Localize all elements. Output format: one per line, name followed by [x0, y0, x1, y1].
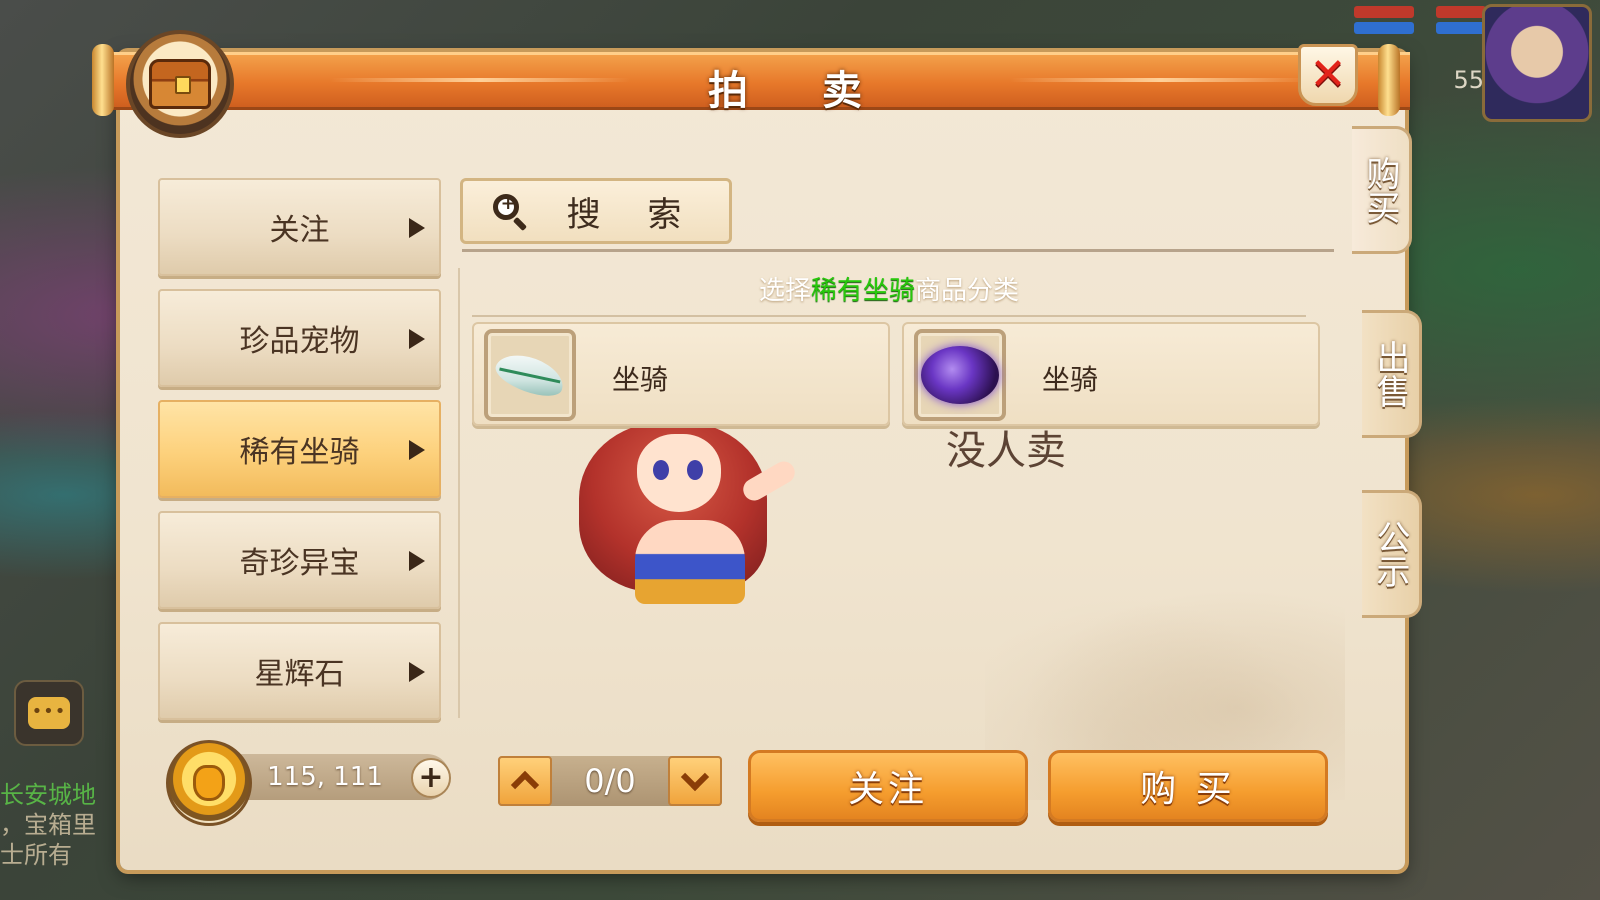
- treasure-chest-icon: [149, 59, 211, 109]
- category-label: 珍品宠物: [239, 324, 360, 359]
- item-card[interactable]: 坐骑: [902, 322, 1320, 426]
- item-thumbnail: [484, 329, 576, 421]
- mascot-girl-illustration: [565, 428, 805, 604]
- purple-cloud-mount-icon: [921, 346, 999, 404]
- empty-message: 没人卖: [946, 428, 1066, 474]
- category-treasures[interactable]: 奇珍异宝: [158, 511, 441, 609]
- item-thumbnail: [914, 329, 1006, 421]
- play-arrow-icon: [409, 440, 425, 460]
- buy-button[interactable]: 购 买: [1048, 750, 1328, 822]
- hint-highlight: 稀有坐骑: [810, 276, 915, 306]
- chat-button[interactable]: [14, 680, 84, 746]
- category-star-stones[interactable]: 星辉石: [158, 622, 441, 720]
- play-arrow-icon: [409, 662, 425, 682]
- hint-prefix: 选择: [758, 276, 811, 306]
- tab-notice[interactable]: 公示: [1362, 490, 1422, 618]
- page-navigator: 0/0: [498, 756, 722, 806]
- dialog-title: 拍 卖: [708, 68, 892, 114]
- vertical-divider: [458, 268, 460, 718]
- search-button[interactable]: 搜 索: [460, 178, 732, 244]
- chevron-up-icon: [510, 770, 540, 800]
- play-arrow-icon: [409, 218, 425, 238]
- category-hint: 选择稀有坐骑商品分类: [472, 270, 1306, 307]
- page-down-button[interactable]: [668, 756, 722, 806]
- gold-coin-icon: [166, 740, 252, 826]
- hint-divider: [472, 315, 1306, 317]
- mp-bar: [1354, 22, 1414, 34]
- background-chat-line: 长安城地: [0, 781, 96, 809]
- tab-sell[interactable]: 出售: [1362, 310, 1422, 438]
- category-follow[interactable]: 关注: [158, 178, 441, 276]
- close-icon: ✕: [1309, 49, 1347, 100]
- hp-bar: [1354, 6, 1414, 18]
- tab-buy[interactable]: 购买: [1352, 126, 1412, 254]
- close-button[interactable]: ✕: [1298, 44, 1358, 106]
- magnifier-icon: [492, 193, 534, 232]
- item-name: 坐骑: [1042, 363, 1099, 396]
- play-arrow-icon: [409, 329, 425, 349]
- search-label: 搜 索: [566, 194, 700, 235]
- pillar-ornament-left: [92, 44, 114, 116]
- treasure-chest-badge: [126, 30, 234, 138]
- page-indicator: 0/0: [584, 762, 636, 800]
- item-card[interactable]: 坐骑: [472, 322, 890, 426]
- category-label: 关注: [269, 213, 330, 248]
- play-arrow-icon: [409, 551, 425, 571]
- background-chat-line: ，宝箱里: [0, 811, 96, 839]
- page-up-button[interactable]: [498, 756, 552, 806]
- hint-suffix: 商品分类: [915, 276, 1020, 306]
- category-rare-mounts[interactable]: 稀有坐骑: [158, 400, 441, 498]
- chat-bubble-icon: [28, 697, 70, 729]
- pillar-ornament-right: [1378, 44, 1400, 116]
- background-chat-line: 士所有: [0, 841, 72, 869]
- category-label: 奇珍异宝: [239, 546, 360, 581]
- category-rare-pets[interactable]: 珍品宠物: [158, 289, 441, 387]
- add-currency-button[interactable]: +: [411, 758, 451, 798]
- follow-button[interactable]: 关注: [748, 750, 1028, 822]
- category-label: 星辉石: [254, 657, 345, 692]
- background-chat-text: 长安城地 ，宝箱里 士所有: [0, 780, 120, 870]
- item-name: 坐骑: [612, 363, 669, 396]
- pet-mp-bar: [1436, 22, 1486, 34]
- category-label: 稀有坐骑: [239, 435, 360, 470]
- pet-hp-bar: [1436, 6, 1486, 18]
- chevron-down-icon: [680, 762, 710, 792]
- search-divider: [462, 249, 1334, 252]
- feather-mount-icon: [491, 347, 569, 403]
